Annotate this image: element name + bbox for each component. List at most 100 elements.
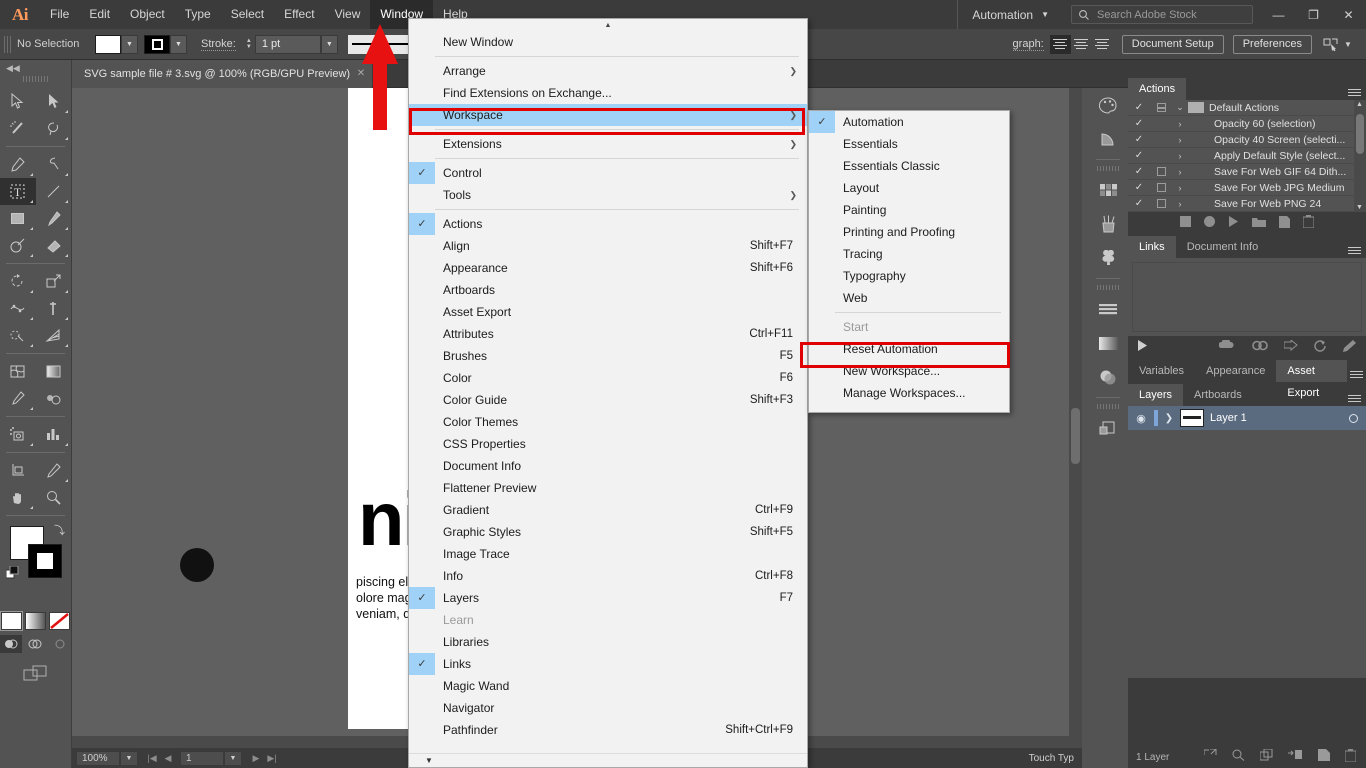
draw-normal-button[interactable] bbox=[0, 635, 22, 653]
color-guide-panel-icon[interactable] bbox=[1088, 122, 1128, 156]
tab-document-info[interactable]: Document Info bbox=[1176, 236, 1270, 258]
action-row[interactable]: ✓›Opacity 60 (selection) bbox=[1128, 116, 1366, 132]
paintbrush-tool[interactable] bbox=[36, 205, 72, 232]
document-setup-button[interactable]: Document Setup bbox=[1122, 35, 1224, 54]
select-similar-icon[interactable] bbox=[1322, 35, 1340, 53]
stroke-weight-value[interactable]: 1 pt bbox=[255, 35, 321, 54]
menu-scroll-down-icon[interactable]: ▼ bbox=[409, 753, 807, 767]
check-icon[interactable]: ✓ bbox=[1128, 198, 1150, 209]
workspace-switcher[interactable]: Automation ▼ bbox=[957, 0, 1063, 29]
create-new-layer-icon[interactable] bbox=[1318, 749, 1330, 765]
links-list[interactable] bbox=[1128, 258, 1366, 336]
panel-menu-icon[interactable] bbox=[1347, 360, 1366, 382]
zoom-tool[interactable] bbox=[36, 484, 72, 511]
menu-item-control[interactable]: ✓Control bbox=[409, 162, 807, 184]
actions-scrollbar[interactable]: ▲▼ bbox=[1354, 100, 1366, 212]
modal-toggle-icon[interactable] bbox=[1150, 167, 1172, 176]
make-clipping-mask-icon[interactable] bbox=[1260, 749, 1273, 765]
layer-row[interactable]: ◉ ❯ Layer 1 bbox=[1128, 406, 1366, 430]
panel-menu-icon[interactable] bbox=[1342, 384, 1366, 406]
shaper-tool[interactable] bbox=[0, 232, 36, 259]
workspace-item-essentials[interactable]: Essentials bbox=[809, 133, 1009, 155]
menu-type[interactable]: Type bbox=[175, 0, 221, 29]
pathfinder-panel-icon[interactable] bbox=[1088, 411, 1128, 445]
menu-item-image-trace[interactable]: Image Trace bbox=[409, 543, 807, 565]
panel-menu-icon[interactable] bbox=[1342, 236, 1366, 258]
scale-tool[interactable] bbox=[36, 268, 72, 295]
menu-item-brushes[interactable]: BrushesF5 bbox=[409, 345, 807, 367]
menu-item-libraries[interactable]: Libraries bbox=[409, 631, 807, 653]
workspace-item-essentials-classic[interactable]: Essentials Classic bbox=[809, 155, 1009, 177]
menu-item-graphic-styles[interactable]: Graphic StylesShift+F5 bbox=[409, 521, 807, 543]
menu-item-new-window[interactable]: New Window bbox=[409, 31, 807, 53]
free-transform-tool[interactable] bbox=[36, 295, 72, 322]
menu-item-pathfinder[interactable]: PathfinderShift+Ctrl+F9 bbox=[409, 719, 807, 741]
chevron-right-icon[interactable]: › bbox=[1172, 199, 1188, 209]
gradient-panel-icon[interactable] bbox=[1088, 326, 1128, 360]
curvature-tool[interactable] bbox=[36, 151, 72, 178]
check-icon[interactable]: ✓ bbox=[1128, 102, 1150, 113]
create-new-action-icon[interactable] bbox=[1279, 216, 1290, 231]
window-menu-dropdown[interactable]: ▲ New WindowArrange❯Find Extensions on E… bbox=[408, 18, 808, 768]
fill-color-swatch[interactable] bbox=[95, 35, 121, 54]
swatches-panel-icon[interactable] bbox=[1088, 173, 1128, 207]
tab-links[interactable]: Links bbox=[1128, 236, 1176, 258]
delete-selection-icon[interactable] bbox=[1303, 215, 1314, 231]
tab-asset-export[interactable]: Asset Export bbox=[1276, 360, 1347, 382]
menu-item-document-info[interactable]: Document Info bbox=[409, 455, 807, 477]
pen-tool[interactable] bbox=[0, 151, 36, 178]
eyedropper-tool[interactable] bbox=[0, 385, 36, 412]
blend-tool[interactable] bbox=[36, 385, 72, 412]
check-icon[interactable]: ✓ bbox=[1128, 182, 1150, 193]
action-row[interactable]: ✓⌄Default Actions bbox=[1128, 100, 1366, 116]
symbol-sprayer-tool[interactable] bbox=[0, 421, 36, 448]
color-panel-icon[interactable] bbox=[1088, 88, 1128, 122]
tab-actions[interactable]: Actions bbox=[1128, 78, 1186, 100]
menu-item-learn[interactable]: Learn bbox=[409, 609, 807, 631]
tab-appearance[interactable]: Appearance bbox=[1195, 360, 1276, 382]
actions-list[interactable]: ✓⌄Default Actions✓›Opacity 60 (selection… bbox=[1128, 100, 1366, 212]
action-row[interactable]: ✓›Save For Web PNG 24 bbox=[1128, 196, 1366, 212]
column-graph-tool[interactable] bbox=[36, 421, 72, 448]
adobe-stock-search[interactable]: Search Adobe Stock bbox=[1071, 5, 1253, 24]
chevron-down-icon[interactable]: ▼ bbox=[1356, 204, 1363, 211]
magic-wand-tool[interactable] bbox=[0, 115, 36, 142]
stroke-weight-dropdown-icon[interactable]: ▼ bbox=[321, 35, 338, 54]
artboard-dropdown-icon[interactable]: ▼ bbox=[224, 751, 242, 766]
create-new-set-icon[interactable] bbox=[1252, 216, 1266, 230]
menu-item-flattener-preview[interactable]: Flattener Preview bbox=[409, 477, 807, 499]
action-row[interactable]: ✓›Save For Web GIF 64 Dith... bbox=[1128, 164, 1366, 180]
slice-tool[interactable] bbox=[36, 457, 72, 484]
create-new-sublayer-icon[interactable] bbox=[1288, 749, 1303, 765]
menu-scroll-up-icon[interactable]: ▲ bbox=[409, 19, 807, 31]
change-screen-mode-button[interactable] bbox=[0, 665, 71, 683]
type-tool[interactable]: T bbox=[0, 178, 36, 205]
stroke-swatch[interactable] bbox=[28, 544, 62, 578]
symbols-panel-icon[interactable] bbox=[1088, 241, 1128, 275]
zoom-level-field[interactable]: 100% bbox=[76, 751, 120, 766]
menu-effect[interactable]: Effect bbox=[274, 0, 324, 29]
tools-panel-grip[interactable] bbox=[0, 76, 71, 88]
align-left-button[interactable] bbox=[1050, 35, 1071, 54]
rail-group-grip[interactable] bbox=[1088, 282, 1128, 292]
minimize-button[interactable]: — bbox=[1261, 0, 1296, 29]
first-artboard-icon[interactable]: |◀ bbox=[144, 753, 160, 764]
relink-icon[interactable] bbox=[1252, 340, 1268, 354]
rectangle-tool[interactable] bbox=[0, 205, 36, 232]
artboard-number-field[interactable]: 1 bbox=[180, 751, 224, 766]
rail-group-grip[interactable] bbox=[1088, 163, 1128, 173]
none-fill-button[interactable] bbox=[49, 612, 70, 630]
workspace-item-printing-and-proofing[interactable]: Printing and Proofing bbox=[809, 221, 1009, 243]
workspace-item-tracing[interactable]: Tracing bbox=[809, 243, 1009, 265]
menu-item-color-guide[interactable]: Color GuideShift+F3 bbox=[409, 389, 807, 411]
action-row[interactable]: ✓›Save For Web JPG Medium bbox=[1128, 180, 1366, 196]
stop-playing-icon[interactable] bbox=[1180, 216, 1191, 230]
menu-item-asset-export[interactable]: Asset Export bbox=[409, 301, 807, 323]
workspace-item-start[interactable]: Start bbox=[809, 316, 1009, 338]
expand-arrow-icon[interactable] bbox=[1138, 340, 1147, 354]
canvas-vertical-scrollbar[interactable] bbox=[1069, 88, 1082, 736]
hand-tool[interactable] bbox=[0, 484, 36, 511]
chevron-down-icon[interactable]: ⌄ bbox=[1172, 102, 1188, 113]
menu-item-align[interactable]: AlignShift+F7 bbox=[409, 235, 807, 257]
chevron-right-icon[interactable]: › bbox=[1172, 167, 1188, 177]
